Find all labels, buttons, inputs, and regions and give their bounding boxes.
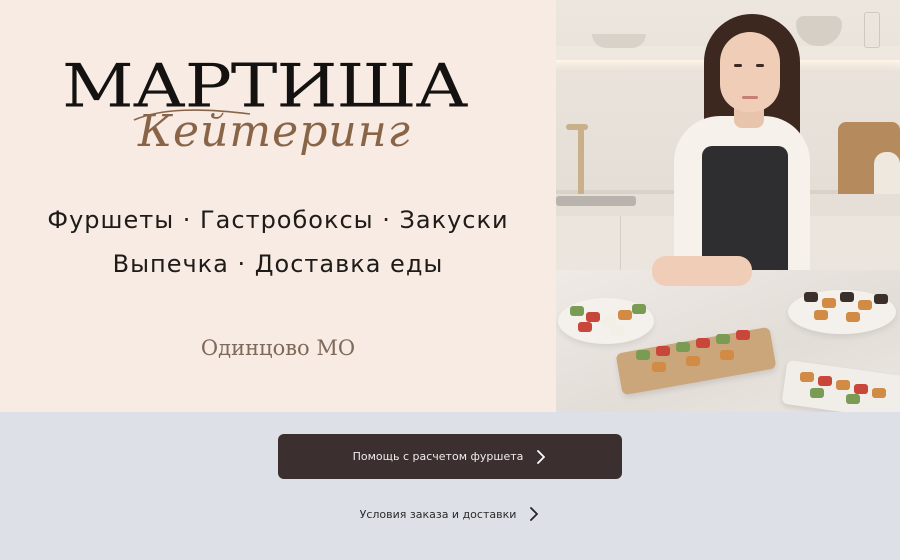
- canape: [846, 394, 860, 404]
- photo-chef-eye: [734, 64, 742, 67]
- canape: [586, 312, 600, 322]
- canape: [578, 322, 592, 332]
- photo-chef-face: [720, 32, 780, 112]
- canape: [570, 306, 584, 316]
- services-line-1: Фуршеты · Гастробоксы · Закуски: [47, 206, 509, 234]
- canape: [736, 330, 750, 340]
- canape: [814, 310, 828, 320]
- canape: [840, 292, 854, 302]
- canape: [846, 312, 860, 322]
- canape: [804, 292, 818, 302]
- canape: [632, 304, 646, 314]
- canape: [854, 384, 868, 394]
- photo-glass: [864, 12, 880, 48]
- chevron-right-icon: [537, 449, 546, 464]
- hero-photo: [556, 0, 900, 412]
- brand-subtitle: Кейтеринг: [138, 106, 411, 157]
- hero-text-panel: МАРТИША Кейтеринг Фуршеты · Гастробоксы …: [0, 0, 556, 412]
- canape: [618, 310, 632, 320]
- canape: [696, 338, 710, 348]
- canape: [836, 380, 850, 390]
- canape: [656, 346, 670, 356]
- hero-banner: МАРТИША Кейтеринг Фуршеты · Гастробоксы …: [0, 0, 900, 412]
- photo-bowl: [592, 34, 646, 48]
- canape: [800, 372, 814, 382]
- canape: [602, 316, 616, 326]
- canape: [874, 294, 888, 304]
- photo-chef-eye: [756, 64, 764, 67]
- order-delivery-terms-label: Условия заказа и доставки: [359, 507, 517, 521]
- canape: [636, 350, 650, 360]
- chevron-right-icon: [530, 507, 539, 521]
- canape: [610, 326, 624, 336]
- order-delivery-terms-link[interactable]: Условия заказа и доставки: [278, 500, 622, 528]
- photo-chef-arms: [652, 256, 752, 286]
- canape: [720, 350, 734, 360]
- location-label: Одинцово МО: [200, 336, 356, 360]
- canape: [858, 300, 872, 310]
- canape: [676, 342, 690, 352]
- photo-faucet: [578, 124, 584, 196]
- photo-faucet-arm: [566, 124, 588, 130]
- canape: [686, 356, 700, 366]
- photo-sink: [556, 196, 636, 206]
- canape: [872, 388, 886, 398]
- canape: [652, 362, 666, 372]
- canape: [810, 388, 824, 398]
- canape: [716, 334, 730, 344]
- canape: [818, 376, 832, 386]
- photo-chef-mouth: [742, 96, 758, 99]
- services-line-2: Выпечка · Доставка еды: [112, 250, 444, 278]
- canape: [822, 298, 836, 308]
- calculate-buffet-button-label: Помощь с расчетом фуршета: [352, 450, 524, 463]
- calculate-buffet-button[interactable]: Помощь с расчетом фуршета: [278, 434, 622, 479]
